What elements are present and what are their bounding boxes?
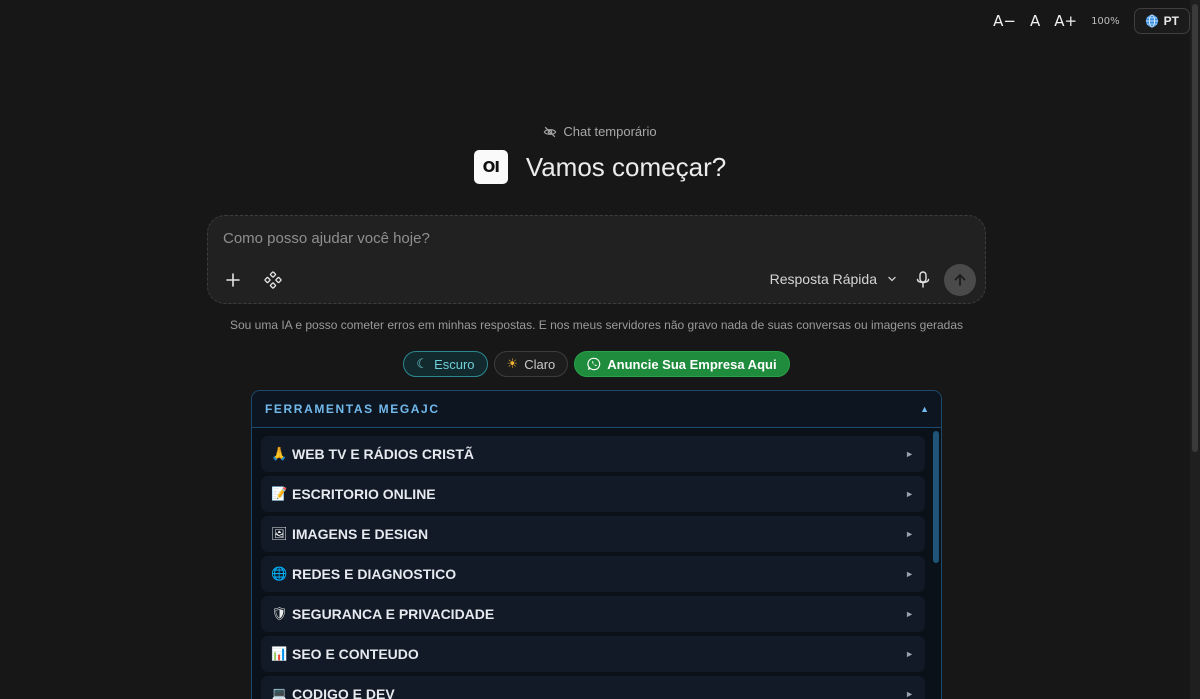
tool-category-content: 🌐 REDES E DIAGNOSTICO — [271, 566, 456, 582]
page-scrollbar-thumb[interactable] — [1192, 4, 1198, 452]
page-title: Vamos começar? — [525, 151, 727, 182]
ai-disclaimer: Sou uma IA e posso cometer erros em minh… — [229, 318, 964, 332]
tool-category-item[interactable]: 🌐 REDES E DIAGNOSTICO ► — [261, 556, 925, 592]
tool-category-content: 📊 SEO E CONTEUDO — [271, 646, 419, 662]
tool-category-label: SEGURANCA E PRIVACIDADE — [292, 606, 495, 622]
tool-category-label: CODIGO E DEV — [292, 686, 395, 699]
tool-category-label: SEO E CONTEUDO — [292, 646, 419, 662]
tool-category-label: IMAGENS E DESIGN — [292, 526, 429, 542]
temporary-chat-indicator[interactable]: Chat temporário — [0, 124, 1200, 139]
expand-arrow-icon: ► — [905, 649, 914, 659]
temporary-chat-label: Chat temporário — [563, 124, 657, 139]
tool-category-content: 🛡 SEGURANCA E PRIVACIDADE — [271, 606, 494, 622]
zoom-level: 100% — [1091, 15, 1120, 27]
theme-switcher: ☾ Escuro ☀ Claro Anuncie Sua Empresa Aqu… — [0, 351, 1193, 377]
eye-off-icon — [544, 126, 557, 137]
whatsapp-ad-label: Anuncie Sua Empresa Aqui — [607, 356, 777, 372]
tool-category-label: ESCRITORIO ONLINE — [292, 486, 436, 502]
tool-category-item[interactable]: 🛡 SEGURANCA E PRIVACIDADE ► — [261, 596, 925, 632]
language-button[interactable]: PT — [1133, 8, 1190, 34]
light-theme-label: Claro — [524, 356, 556, 372]
tool-category-item[interactable]: 🖼 IMAGENS E DESIGN ► — [261, 516, 925, 552]
font-reset-button[interactable]: A — [1030, 12, 1040, 30]
expand-arrow-icon: ► — [905, 449, 914, 459]
plus-icon[interactable] — [223, 270, 243, 290]
send-button[interactable] — [944, 264, 976, 296]
tool-category-item[interactable]: 📝 ESCRITORIO ONLINE ► — [261, 476, 925, 512]
chat-input-box: Resposta Rápida — [207, 215, 986, 304]
whatsapp-icon — [587, 357, 601, 371]
collapse-icon[interactable]: ▲ — [920, 404, 929, 414]
tools-panel-title: FERRAMENTAS MEGAJC — [265, 402, 440, 416]
headline: OI Vamos começar? — [0, 150, 1200, 184]
tool-category-content: 🙏 WEB TV E RÁDIOS CRISTÃ — [271, 446, 474, 462]
language-label: PT — [1163, 14, 1179, 28]
app-logo: OI — [473, 150, 508, 184]
microphone-icon[interactable] — [914, 270, 932, 290]
dark-theme-label: Escuro — [434, 356, 475, 372]
globe-icon — [1145, 14, 1158, 28]
tools-panel-scrollbar[interactable] — [933, 431, 939, 699]
expand-arrow-icon: ► — [905, 529, 914, 539]
font-increase-button[interactable]: A+ — [1054, 12, 1077, 30]
tools-list: 🙏 WEB TV E RÁDIOS CRISTÃ ► 📝 ESCRITORIO ONLI… — [261, 436, 925, 699]
tool-category-icon: 📊 — [271, 646, 288, 662]
tool-category-icon: 🌐 — [271, 566, 288, 582]
tool-category-item[interactable]: 💻 CODIGO E DEV ► — [261, 676, 925, 699]
chat-input[interactable] — [223, 230, 963, 247]
tool-category-content: 💻 CODIGO E DEV — [271, 686, 395, 699]
page-scrollbar[interactable] — [1190, 0, 1200, 699]
moon-icon: ☾ — [416, 356, 429, 371]
expand-arrow-icon: ► — [905, 689, 914, 699]
tool-category-icon: 🙏 — [271, 446, 288, 462]
tool-category-item[interactable]: 📊 SEO E CONTEUDO ► — [261, 636, 925, 672]
expand-arrow-icon: ► — [905, 569, 914, 579]
dark-theme-button[interactable]: ☾ Escuro — [403, 351, 488, 377]
tools-panel-scrollbar-thumb[interactable] — [933, 431, 939, 563]
whatsapp-ad-button[interactable]: Anuncie Sua Empresa Aqui — [574, 351, 790, 377]
sun-icon: ☀ — [506, 356, 519, 371]
tool-category-content: 📝 ESCRITORIO ONLINE — [271, 486, 436, 502]
light-theme-button[interactable]: ☀ Claro — [493, 351, 569, 377]
tool-category-icon: 🛡 — [271, 606, 288, 622]
response-mode-label: Resposta Rápida — [769, 271, 877, 287]
response-mode-select[interactable]: Resposta Rápida — [770, 271, 897, 287]
tool-category-icon: 🖼 — [271, 526, 288, 542]
arrow-up-icon — [954, 274, 966, 286]
tools-panel: FERRAMENTAS MEGAJC ▲ 🙏 WEB TV E RÁDIOS CR… — [251, 390, 942, 699]
tool-category-content: 🖼 IMAGENS E DESIGN — [271, 526, 428, 542]
tools-panel-header[interactable]: FERRAMENTAS MEGAJC ▲ — [252, 391, 941, 428]
tool-category-icon: 📝 — [271, 486, 288, 502]
tools-icon[interactable] — [263, 270, 283, 290]
expand-arrow-icon: ► — [905, 489, 914, 499]
chevron-down-icon — [888, 276, 896, 282]
tool-category-label: WEB TV E RÁDIOS CRISTÃ — [292, 446, 475, 462]
tool-category-label: REDES E DIAGNOSTICO — [292, 566, 457, 582]
tool-category-item[interactable]: 🙏 WEB TV E RÁDIOS CRISTÃ ► — [261, 436, 925, 472]
accessibility-toolbar: A− A A+ 100% PT — [993, 8, 1190, 34]
expand-arrow-icon: ► — [905, 609, 914, 619]
tool-category-icon: 💻 — [271, 686, 288, 699]
page: A− A A+ 100% PT Chat temporário OI Vamos… — [0, 0, 1200, 699]
font-decrease-button[interactable]: A− — [993, 12, 1016, 30]
